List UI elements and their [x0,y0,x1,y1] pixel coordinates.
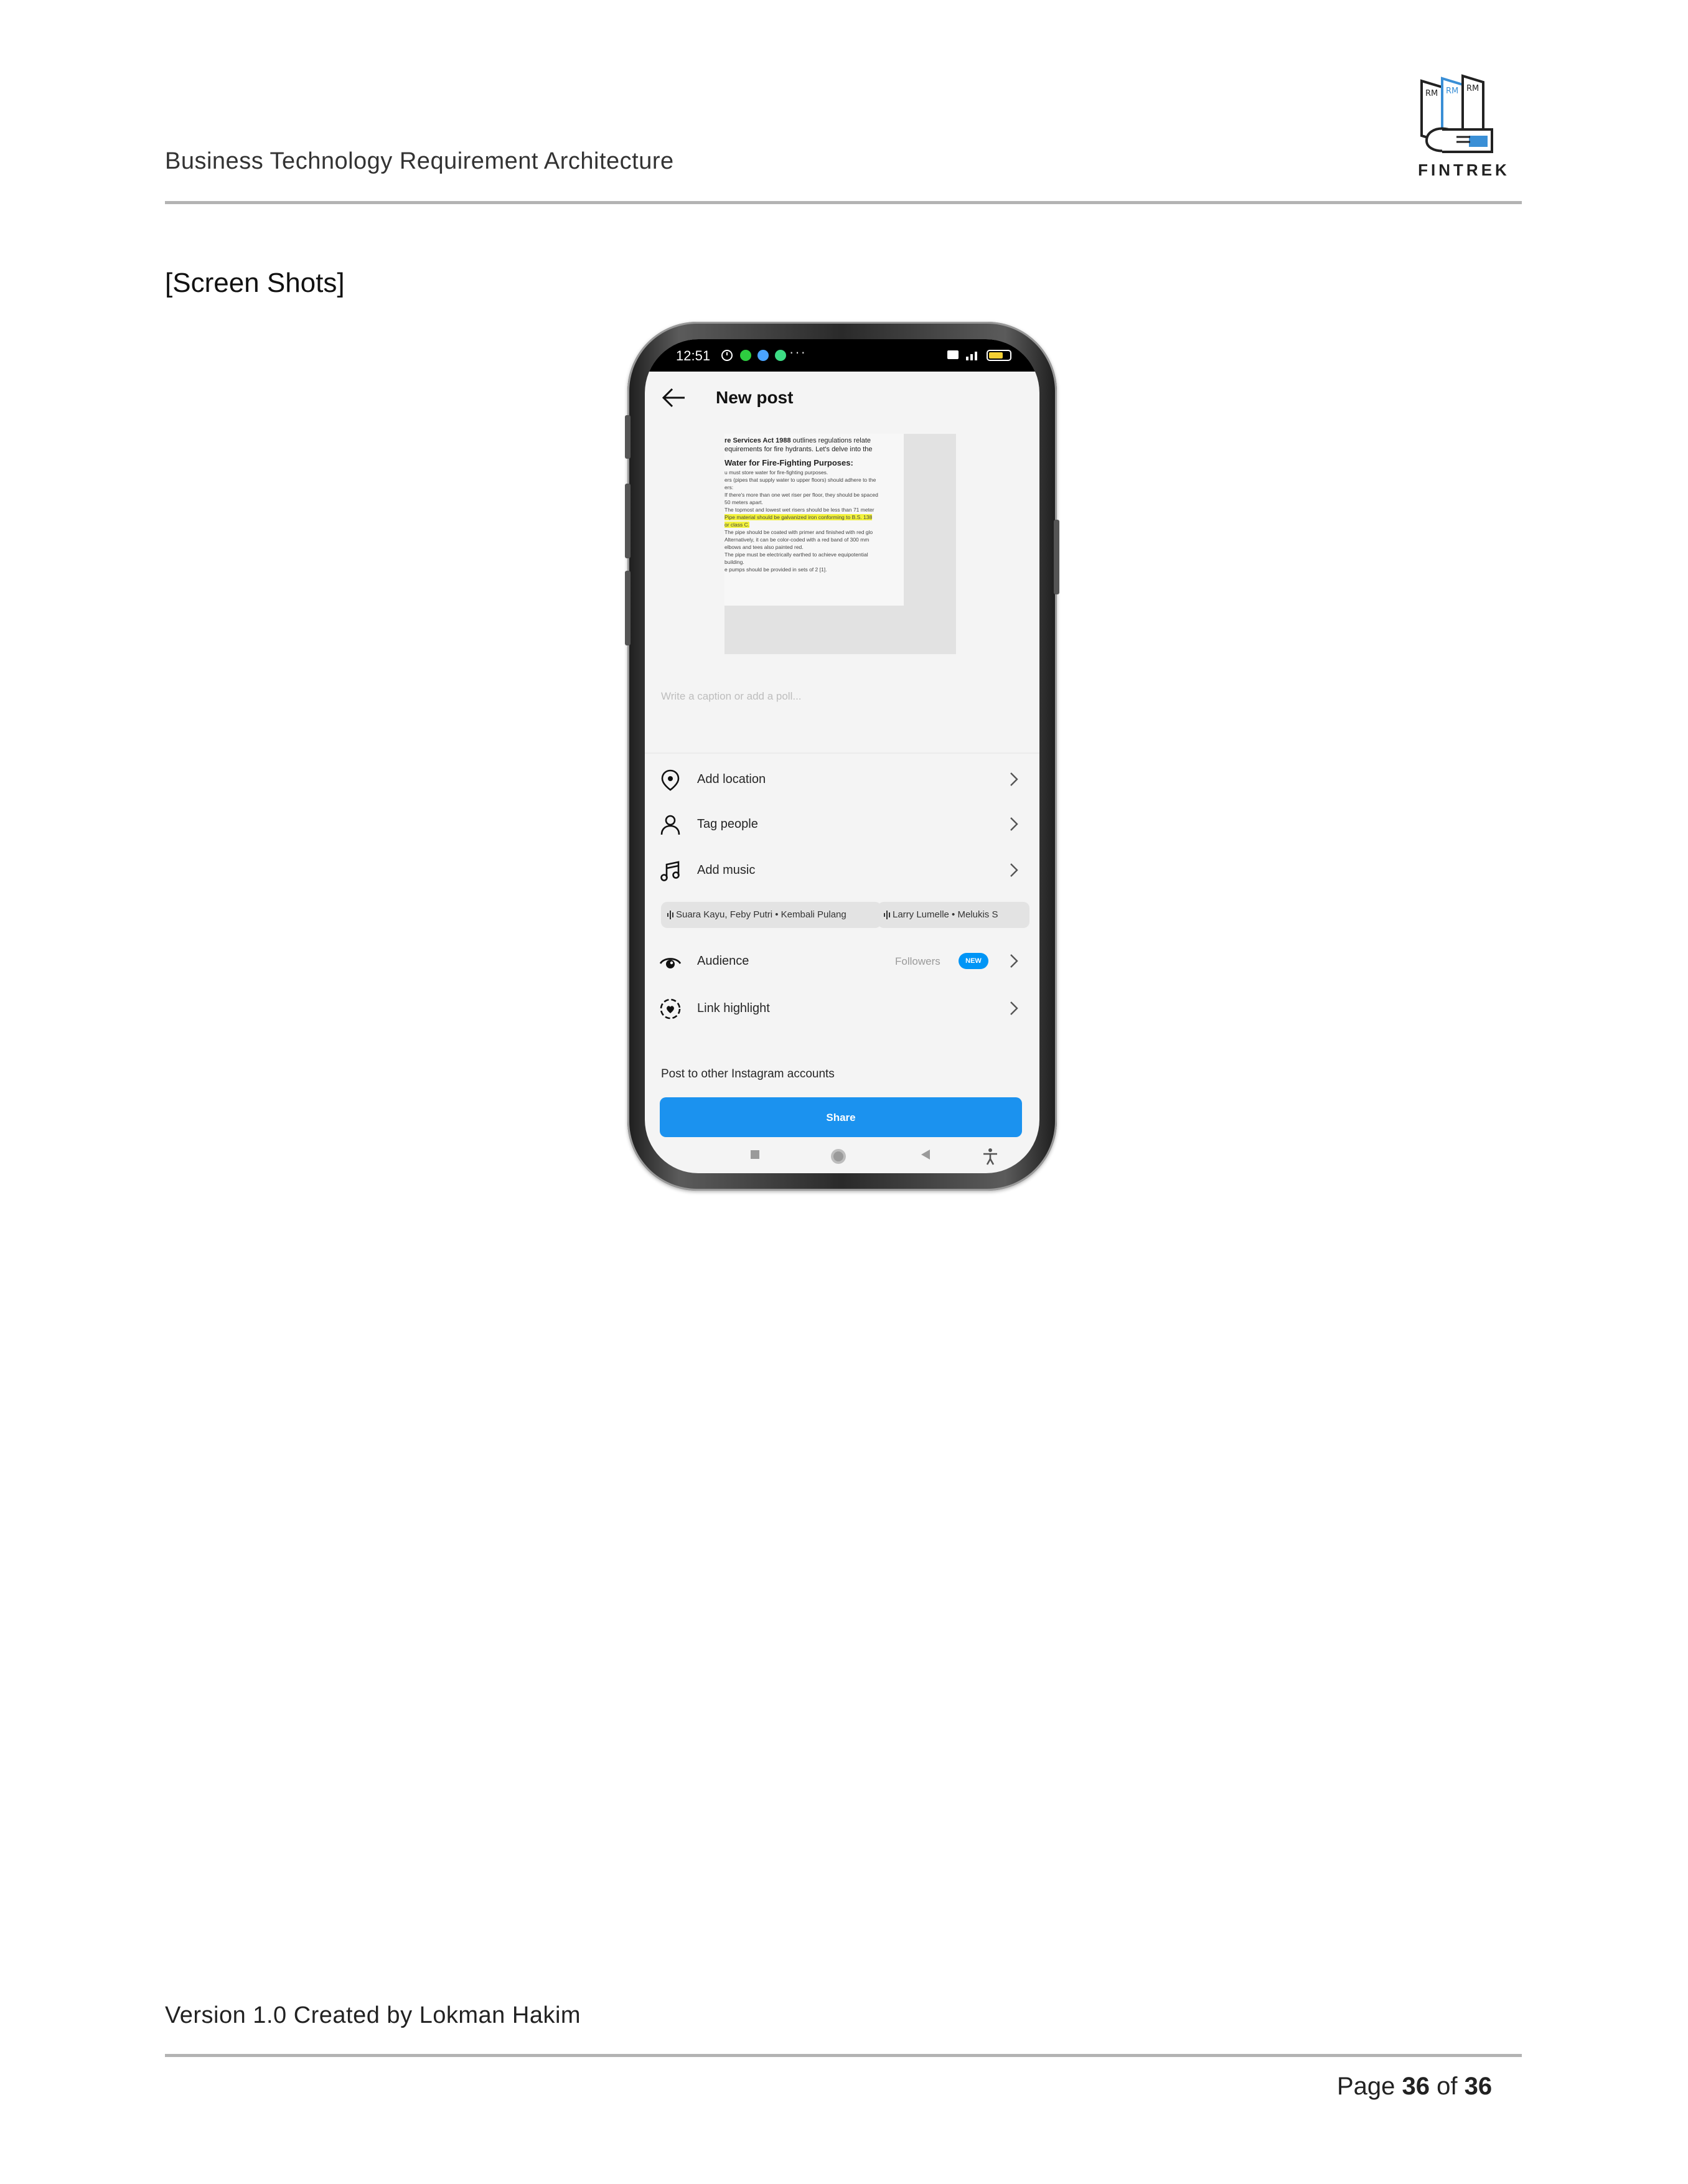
preview-line: Alternatively, it can be color-coded wit… [724,537,870,543]
preview-line: e pumps should be provided in sets of 2 … [724,566,827,573]
phone-screen: 12:51 ··· New post re Services Act 1988 … [645,339,1039,1173]
music-suggestion-chip[interactable]: Larry Lumelle • Melukis S [878,902,1029,928]
alarm-icon [721,350,786,361]
preview-highlighted-line: or class C. [724,522,750,528]
phone-side-button [625,415,631,459]
preview-line: ers: [724,484,734,490]
app-bar: New post [645,372,1039,425]
eye-icon [659,958,682,968]
audience-row[interactable]: Audience Followers NEW [645,939,1039,983]
preview-document-image: re Services Act 1988 outlines regulation… [724,434,904,606]
preview-line: re Services Act 1988 outlines regulation… [724,437,871,444]
logo-wordmark: FINTREK [1418,161,1510,179]
chevron-right-icon [1010,863,1018,877]
status-time: 12:51 [676,348,711,363]
audience-label: Audience [697,954,749,968]
preview-line: 50 meters apart. [724,499,763,505]
music-suggestion-chip[interactable]: Suara Kayu, Feby Putri • Kembali Pulang [661,902,881,928]
audience-value: Followers [895,955,940,967]
post-to-other-accounts-heading: Post to other Instagram accounts [661,1067,835,1080]
new-badge: NEW [959,953,988,969]
add-location-row[interactable]: Add location [645,757,1039,801]
page-title: New post [716,388,794,407]
phone-volume-up-button [625,484,631,558]
status-bar: 12:51 ··· [645,339,1039,372]
page-total: 36 [1464,2073,1493,2100]
media-preview[interactable]: re Services Act 1988 outlines regulation… [724,434,956,654]
page-prefix: Page [1337,2073,1395,2100]
preview-highlighted-line: Pipe material should be galvanized iron … [724,514,873,520]
signal-battery-icon [947,350,1011,361]
music-note-icon [660,861,680,881]
status-more-icon: ··· [789,344,807,360]
preview-line: building. [724,559,744,565]
status-system-icons [947,348,1016,363]
fintrek-logo: RM RM RM FINTREK [1408,67,1520,185]
divider [645,752,1039,754]
preview-line: If there's more than one wet riser per f… [724,492,878,498]
back-triangle-icon[interactable] [919,1147,932,1162]
tag-people-label: Tag people [697,817,758,831]
chevron-right-icon [1010,1001,1018,1015]
audio-wave-icon [884,911,890,919]
page-number: Page 36 of 36 [1337,2073,1492,2101]
footer-divider [165,2054,1522,2057]
home-icon[interactable] [829,1147,848,1166]
fintrek-logo-icon: RM RM RM [1420,74,1493,153]
preview-heading: Water for Fire-Fighting Purposes: [724,458,853,467]
caption-input[interactable]: Write a caption or add a poll... [661,690,802,703]
system-nav-bar [645,1140,1039,1173]
phone-power-button [1054,520,1059,594]
tag-people-row[interactable]: Tag people [645,802,1039,846]
add-music-row[interactable]: Add music [645,848,1039,892]
link-highlight-label: Link highlight [697,1001,770,1015]
link-highlight-row[interactable]: Link highlight [645,987,1039,1030]
music-suggestion-label: Larry Lumelle • Melukis S [893,909,998,920]
chevron-right-icon [1010,772,1018,786]
recent-apps-icon[interactable] [748,1147,762,1162]
footer-version: Version 1.0 Created by Lokman Hakim [165,2002,581,2028]
chevron-right-icon [1010,954,1018,968]
music-suggestion-label: Suara Kayu, Feby Putri • Kembali Pulang [676,909,846,920]
logo-initials-2: RM [1446,87,1458,96]
add-music-label: Add music [697,863,756,877]
status-notification-icons [720,347,788,364]
section-heading: [Screen Shots] [165,268,345,298]
share-button[interactable]: Share [660,1097,1022,1137]
preview-line: The pipe must be electrically earthed to… [724,551,868,558]
preview-line: elbows and tees also painted red. [724,544,804,550]
preview-line: The pipe should be coated with primer an… [724,529,873,535]
logo-initials-1: RM [1425,89,1438,98]
preview-line: The topmost and lowest wet risers should… [724,507,874,513]
link-highlight-icon [660,998,681,1019]
phone-volume-down-button [625,571,631,645]
preview-line: equirements for fire hydrants. Let's del… [724,446,873,453]
document-header-title: Business Technology Requirement Architec… [165,148,674,174]
person-icon [660,815,680,835]
accessibility-icon[interactable] [981,1147,1000,1166]
chevron-right-icon [1010,817,1018,831]
music-suggestions: Suara Kayu, Feby Putri • Kembali Pulang … [661,902,1039,929]
header-divider [165,201,1522,204]
arrow-left-icon[interactable] [661,387,687,409]
page-current: 36 [1402,2073,1430,2100]
location-pin-icon [661,769,680,791]
audio-wave-icon [667,911,673,919]
phone-mockup: 12:51 ··· New post re Services Act 1988 … [625,322,1059,1191]
preview-line: u must store water for fire-fighting pur… [724,469,828,476]
page-of: of [1437,2073,1458,2100]
logo-initials-3: RM [1466,84,1479,93]
preview-line: ers (pipes that supply water to upper fl… [724,477,876,483]
add-location-label: Add location [697,772,766,786]
